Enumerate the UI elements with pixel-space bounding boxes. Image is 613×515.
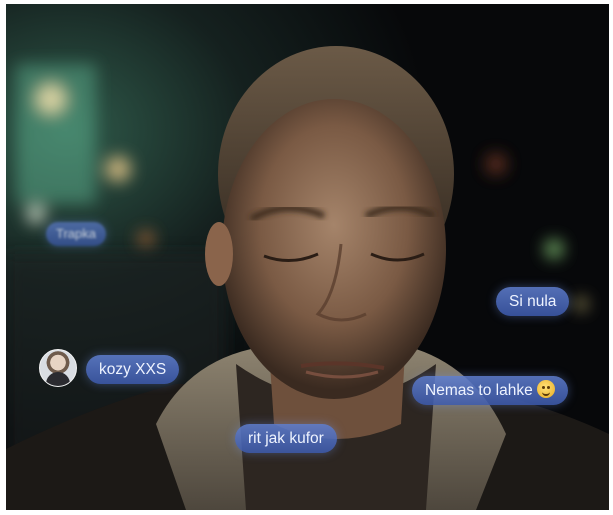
message-text: Nemas to lahke (425, 382, 533, 399)
message-bubble-trapka: Trapka (46, 222, 106, 246)
message-text: Si nula (509, 293, 557, 310)
message-bubble-nemas-to-lahke: Nemas to lahke (412, 376, 568, 405)
message-bubble-si-nula: Si nula (496, 287, 570, 316)
smiling-face-emoji-icon (536, 380, 555, 398)
message-text: kozy XXS (99, 361, 167, 378)
message-text: Trapka (56, 226, 96, 241)
message-text: rit jak kufor (248, 430, 324, 447)
message-bubble-kozy-xxs: kozy XXS (86, 355, 180, 384)
message-bubble-rit-jak-kufor: rit jak kufor (235, 424, 337, 453)
video-frame: Trapka Si nula kozy XXS Nemas to lahke r… (6, 4, 609, 510)
sender-avatar (39, 349, 77, 387)
